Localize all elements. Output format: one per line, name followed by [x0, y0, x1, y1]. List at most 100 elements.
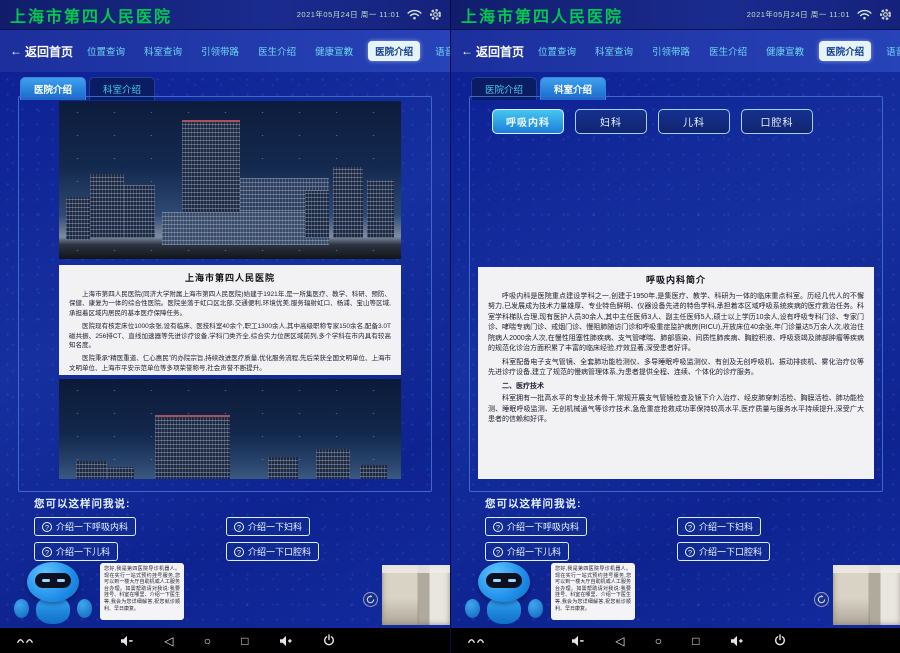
tab-hospital-intro[interactable]: 医院介绍: [819, 41, 871, 61]
refresh-float-button[interactable]: [363, 592, 378, 607]
dept-stomatology-button[interactable]: 口腔科: [741, 109, 813, 134]
suggest-pediatrics-button[interactable]: ? 介绍一下儿科: [34, 542, 118, 561]
volume-down-icon[interactable]: [571, 635, 585, 647]
tab-location-search[interactable]: 位置查询: [83, 41, 129, 61]
suggest-label: 介绍一下口腔科: [699, 545, 762, 558]
app-title: 上海市第四人民医院: [461, 3, 623, 27]
recents-icon[interactable]: □: [692, 635, 699, 647]
tab-hospital-intro[interactable]: 医院介绍: [368, 41, 420, 61]
back-home-label: 返回首页: [476, 43, 524, 60]
building: [305, 191, 329, 238]
gear-icon[interactable]: [879, 8, 892, 21]
camera-preview: [382, 565, 450, 625]
back-home-label: 返回首页: [25, 43, 73, 60]
home-icon[interactable]: ○: [204, 635, 211, 647]
volume-up-icon[interactable]: [730, 635, 744, 647]
power-icon[interactable]: [323, 634, 335, 647]
tab-voice-consult[interactable]: 语音咨询: [431, 41, 450, 61]
suggestion-buttons: ?介绍一下呼吸内科 ?介绍一下妇科 ?介绍一下儿科 ?介绍一下口腔科: [34, 517, 319, 561]
nav-tabs: 位置查询 科室查询 引领带路 医生介绍 健康宣教 医院介绍 语音咨询: [83, 41, 450, 61]
suggestions-section: 您可以这样问我说: ?介绍一下呼吸内科 ?介绍一下妇科 ?介绍一下儿科 ?介绍一…: [485, 496, 770, 561]
suggest-label: 介绍一下儿科: [56, 545, 110, 558]
nav-bar: ← 返回首页 位置查询 科室查询 引领带路 医生介绍 健康宣教 医院介绍 语音咨…: [0, 30, 450, 72]
back-icon[interactable]: ◁: [164, 635, 173, 647]
question-icon: ?: [234, 522, 244, 532]
robot-visor: [486, 573, 522, 588]
tab-health-education[interactable]: 健康宣教: [311, 41, 357, 61]
question-icon: ?: [234, 547, 244, 557]
robot-mascot[interactable]: [461, 562, 547, 624]
robot-zone: 您好,我是第四医院导诊机器人。现在实行一站式预约挂号服务,您可以到一楼大厅自助机…: [451, 560, 900, 628]
robot-eye: [42, 579, 50, 582]
volume-up-icon[interactable]: [279, 635, 293, 647]
building: [90, 174, 124, 239]
suggest-respiratory-button[interactable]: ?介绍一下呼吸内科: [485, 517, 587, 536]
content-frame: 呼吸内科 妇科 儿科 口腔科 呼吸内科简介 呼吸内科是医院重点建设学科之一,创建…: [469, 96, 883, 492]
tab-doctor-intro[interactable]: 医生介绍: [705, 41, 751, 61]
article-paragraph: 上海市第四人民医院(同济大学附属上海市第四人民医院)始建于1921年,是一所集医…: [69, 290, 391, 319]
dept-pediatrics-button[interactable]: 儿科: [658, 109, 730, 134]
back-icon[interactable]: ◁: [615, 635, 624, 647]
header-bar: 上海市第四人民医院 2021年05月24日 周一 11:01: [451, 0, 900, 30]
suggest-gynecology-button[interactable]: ?介绍一下妇科: [226, 517, 310, 536]
content-frame: 上海市第四人民医院 上海市第四人民医院(同济大学附属上海市第四人民医院)始建于1…: [18, 96, 432, 492]
tab-location-search[interactable]: 位置查询: [534, 41, 580, 61]
tab-guide-route[interactable]: 引领带路: [648, 41, 694, 61]
suggestions-section: 您可以这样问我说: ?介绍一下呼吸内科 ?介绍一下妇科 ?介绍一下儿科 ?介绍一…: [34, 496, 319, 561]
tab-department-search[interactable]: 科室查询: [140, 41, 186, 61]
building: [66, 197, 90, 240]
home-icon[interactable]: ○: [655, 635, 662, 647]
hospital-intro-article: 上海市第四人民医院 上海市第四人民医院(同济大学附属上海市第四人民医院)始建于1…: [59, 265, 401, 375]
tab-voice-consult[interactable]: 语音咨询: [882, 41, 900, 61]
article-title: 呼吸内科简介: [488, 274, 864, 288]
gear-icon[interactable]: [429, 8, 442, 21]
stars-texture: [59, 379, 401, 479]
recents-icon[interactable]: □: [241, 635, 248, 647]
suggest-stomatology-button[interactable]: ? 介绍一下口腔科: [226, 542, 319, 561]
question-icon: ?: [493, 547, 503, 557]
robot-arm: [14, 599, 29, 618]
suggest-pediatrics-button[interactable]: ?介绍一下儿科: [485, 542, 569, 561]
robot-zone: 您好,我是第四医院导诊机器人。现在实行一站式预约挂号服务,您可以到一楼大厅自助机…: [0, 560, 450, 628]
tab-department-search[interactable]: 科室查询: [591, 41, 637, 61]
refresh-float-button[interactable]: [814, 592, 829, 607]
dual-kiosk-screenshot: 上海市第四人民医院 2021年05月24日 周一 11:01 ← 返回首页 位置…: [0, 0, 900, 653]
tab-guide-route[interactable]: 引领带路: [197, 41, 243, 61]
suggest-label: 介绍一下呼吸内科: [56, 520, 128, 533]
power-icon[interactable]: [774, 634, 786, 647]
question-icon: ?: [42, 547, 52, 557]
suggest-stomatology-button[interactable]: ?介绍一下口腔科: [677, 542, 770, 561]
nav-bar: ← 返回首页 位置查询 科室查询 引领带路 医生介绍 健康宣教 医院介绍 语音咨…: [451, 30, 900, 72]
building: [124, 185, 155, 239]
content-area: 医院介绍 科室介绍 上: [0, 72, 450, 628]
article-section-heading: 二、医疗技术: [488, 382, 864, 393]
tab-doctor-intro[interactable]: 医生介绍: [254, 41, 300, 61]
suggest-gynecology-button[interactable]: ?介绍一下妇科: [677, 517, 761, 536]
main-tower: [155, 415, 230, 479]
article-paragraph: 科室拥有一批高水平的专业技术骨干,常规开展支气管镜检查及镜下介入治疗、经皮肺穿刺…: [488, 394, 864, 426]
back-home-button[interactable]: ← 返回首页: [10, 43, 73, 60]
back-home-button[interactable]: ← 返回首页: [461, 43, 524, 60]
hospital-photo-secondary: [59, 379, 401, 479]
suggest-respiratory-button[interactable]: ?介绍一下呼吸内科: [34, 517, 136, 536]
content-area: 医院介绍 科室介绍 呼吸内科 妇科 儿科 口腔科 呼吸内科简介 呼吸内科是医院重…: [451, 72, 900, 628]
article-paragraph: 医院秉承“精医重道、仁心惠民”的办院宗旨,持续改进医疗质量,优化服务流程,先后荣…: [69, 354, 391, 374]
building: [316, 449, 350, 479]
volume-down-icon[interactable]: [120, 635, 134, 647]
robot-head: [478, 562, 530, 602]
article-paragraph: 医院现有核定床位1000余张,设有临床、医技科室40余个,职工1300余人,其中…: [69, 322, 391, 351]
dept-gynecology-button[interactable]: 妇科: [575, 109, 647, 134]
robot-mascot[interactable]: [10, 562, 96, 624]
robot-face-icon[interactable]: [16, 636, 34, 645]
android-nav-bar: ◁ ○ □: [0, 628, 450, 653]
nav-tabs: 位置查询 科室查询 引领带路 医生介绍 健康宣教 医院介绍 语音咨询: [534, 41, 900, 61]
dept-respiratory-button[interactable]: 呼吸内科: [492, 109, 564, 134]
robot-speech-bubble: 您好,我是第四医院导诊机器人。现在实行一站式预约挂号服务,您可以到一楼大厅自助机…: [100, 563, 184, 620]
suggest-label: 介绍一下口腔科: [248, 545, 311, 558]
wifi-icon: [857, 9, 872, 20]
article-title: 上海市第四人民医院: [69, 272, 391, 286]
suggestions-label: 您可以这样问我说:: [485, 496, 770, 511]
tab-health-education[interactable]: 健康宣教: [762, 41, 808, 61]
podium-building: [162, 212, 330, 245]
robot-face-icon[interactable]: [467, 636, 485, 645]
